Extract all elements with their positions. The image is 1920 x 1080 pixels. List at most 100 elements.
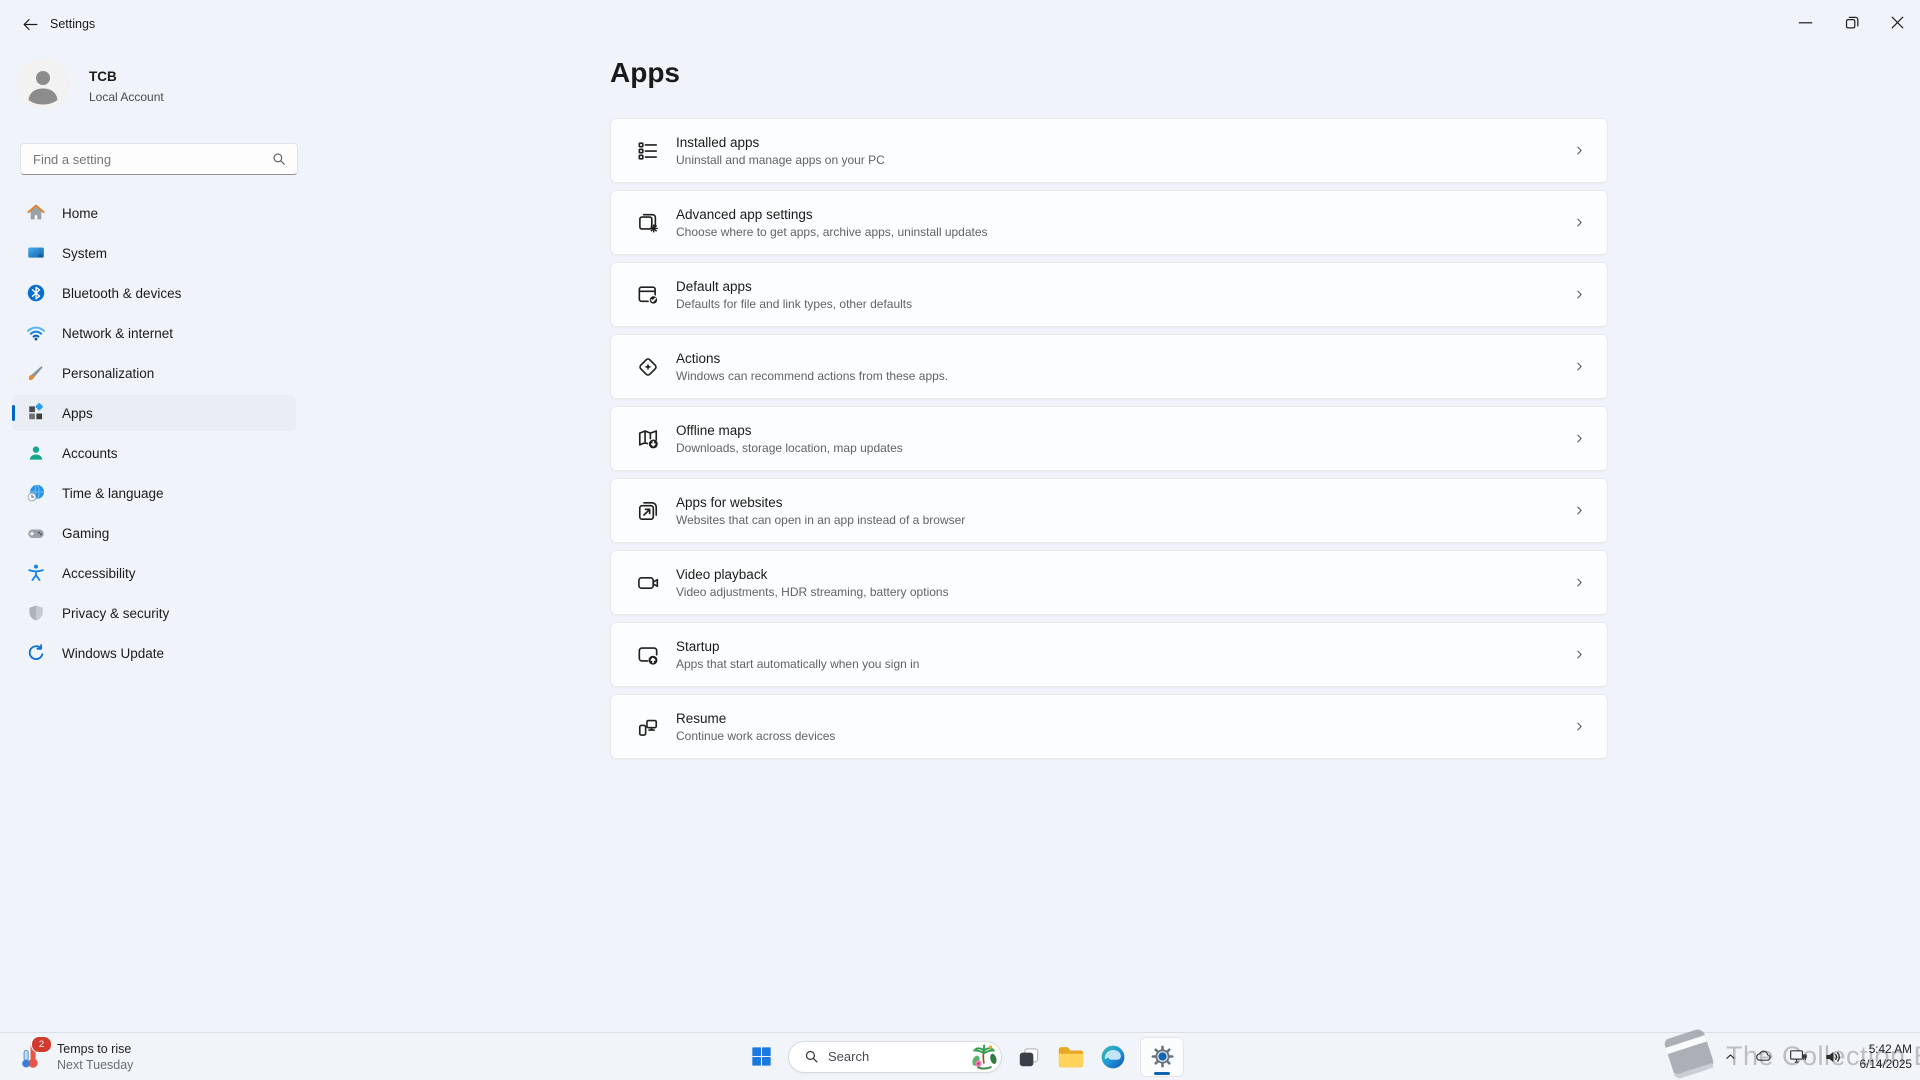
actions-icon bbox=[635, 354, 661, 380]
sidebar-item-label: Apps bbox=[62, 406, 93, 421]
sidebar-item-label: Privacy & security bbox=[62, 606, 169, 621]
sidebar-item-label: Accessibility bbox=[62, 566, 136, 581]
chevron-right-icon bbox=[1572, 215, 1587, 230]
card-subtitle: Uninstall and manage apps on your PC bbox=[676, 153, 885, 167]
system-icon bbox=[25, 242, 47, 264]
onedrive-cloud-icon[interactable] bbox=[1750, 1043, 1777, 1070]
card-default-apps[interactable]: Default apps Defaults for file and link t… bbox=[610, 262, 1608, 327]
card-title: Actions bbox=[676, 351, 948, 366]
advanced-app-settings-icon bbox=[635, 210, 661, 236]
chevron-right-icon bbox=[1572, 503, 1587, 518]
sidebar-item-accounts[interactable]: Accounts bbox=[12, 435, 296, 471]
chevron-right-icon bbox=[1572, 719, 1587, 734]
card-offline-maps[interactable]: Offline mapsDownloads, storage location,… bbox=[610, 406, 1608, 471]
chevron-right-icon bbox=[1572, 287, 1587, 302]
user-avatar[interactable] bbox=[17, 58, 69, 110]
chevron-right-icon bbox=[1572, 359, 1587, 374]
card-subtitle: Websites that can open in an app instead… bbox=[676, 513, 965, 527]
volume-icon[interactable] bbox=[1820, 1044, 1846, 1070]
time-language-icon bbox=[25, 482, 47, 504]
card-startup[interactable]: Startup Apps that start automatically whe… bbox=[610, 622, 1608, 687]
window-title: Settings bbox=[50, 0, 95, 48]
sidebar-item-label: Accounts bbox=[62, 446, 118, 461]
restore-button[interactable] bbox=[1828, 0, 1874, 44]
windows-start-icon bbox=[749, 1044, 774, 1069]
card-apps-for-websites[interactable]: Apps for websitesWebsites that can open … bbox=[610, 478, 1608, 543]
sidebar-item-system[interactable]: System bbox=[12, 235, 296, 271]
weather-widget[interactable]: 2 Temps to rise Next Tuesday bbox=[10, 1033, 139, 1080]
task-view-button[interactable] bbox=[1014, 1038, 1044, 1076]
sidebar-item-privacy-security[interactable]: Privacy & security bbox=[12, 595, 296, 631]
card-subtitle: Apps that start automatically when you s… bbox=[676, 657, 919, 671]
card-subtitle: Choose where to get apps, archive apps, … bbox=[676, 225, 988, 239]
sidebar-item-bluetooth-devices[interactable]: Bluetooth & devices bbox=[12, 275, 296, 311]
card-title: Video playback bbox=[676, 567, 949, 582]
notification-badge: 2 bbox=[31, 1036, 52, 1053]
close-button[interactable] bbox=[1874, 0, 1920, 44]
card-advanced-app-settings[interactable]: Advanced app settingsChoose where to get… bbox=[610, 190, 1608, 255]
card-subtitle: Video adjustments, HDR streaming, batter… bbox=[676, 585, 949, 599]
home-icon bbox=[25, 202, 47, 224]
taskbar-search-label: Search bbox=[828, 1049, 961, 1064]
taskbar-clock[interactable]: 5:42 AM 6/14/2025 bbox=[1860, 1042, 1912, 1072]
weather-subtext: Next Tuesday bbox=[57, 1058, 133, 1072]
card-title: Resume bbox=[676, 711, 835, 726]
sidebar: TCB Local Account HomeSystemBluetooth & … bbox=[0, 48, 320, 1033]
sidebar-nav: Home System Bluetooth & devices Network & i… bbox=[12, 195, 296, 671]
minimize-button[interactable] bbox=[1782, 0, 1828, 44]
sidebar-item-label: Home bbox=[62, 206, 98, 221]
card-subtitle: Continue work across devices bbox=[676, 729, 835, 743]
search-icon bbox=[270, 150, 288, 168]
windows-update-icon bbox=[25, 642, 47, 664]
card-actions[interactable]: Actions Windows can recommend actions fro… bbox=[610, 334, 1608, 399]
taskbar: 2 Temps to rise Next Tuesday Search bbox=[0, 1032, 1920, 1080]
start-button[interactable] bbox=[746, 1038, 776, 1076]
card-installed-apps[interactable]: Installed appsUninstall and manage apps … bbox=[610, 118, 1608, 183]
sidebar-item-label: Personalization bbox=[62, 366, 154, 381]
startup-icon bbox=[635, 642, 661, 668]
sidebar-item-label: System bbox=[62, 246, 107, 261]
sidebar-item-windows-update[interactable]: Windows Update bbox=[12, 635, 296, 671]
card-title: Default apps bbox=[676, 279, 912, 294]
settings-taskbar-button[interactable] bbox=[1140, 1037, 1184, 1077]
restore-icon bbox=[1840, 11, 1863, 34]
apps-for-websites-icon bbox=[635, 498, 661, 524]
network-icon bbox=[25, 322, 47, 344]
sidebar-item-home[interactable]: Home bbox=[12, 195, 296, 231]
file-explorer-button[interactable] bbox=[1056, 1038, 1086, 1076]
system-tray: 5:42 AM 6/14/2025 bbox=[1719, 1033, 1912, 1080]
card-title: Startup bbox=[676, 639, 919, 654]
edge-button[interactable] bbox=[1098, 1038, 1128, 1076]
sidebar-item-label: Bluetooth & devices bbox=[62, 286, 181, 301]
sidebar-item-accessibility[interactable]: Accessibility bbox=[12, 555, 296, 591]
sidebar-item-network-internet[interactable]: Network & internet bbox=[12, 315, 296, 351]
tray-chevron-up-icon[interactable] bbox=[1719, 1045, 1742, 1068]
sidebar-item-label: Gaming bbox=[62, 526, 109, 541]
card-subtitle: Defaults for file and link types, other … bbox=[676, 297, 912, 311]
ethernet-monitor-icon[interactable] bbox=[1785, 1043, 1812, 1070]
default-apps-icon bbox=[635, 282, 661, 308]
sidebar-item-personalization[interactable]: Personalization bbox=[12, 355, 296, 391]
gaming-icon bbox=[25, 522, 47, 544]
find-a-setting-searchbox bbox=[20, 143, 298, 175]
sidebar-item-label: Windows Update bbox=[62, 646, 164, 661]
chevron-right-icon bbox=[1572, 575, 1587, 590]
sidebar-item-gaming[interactable]: Gaming bbox=[12, 515, 296, 551]
search-icon bbox=[803, 1048, 820, 1065]
sidebar-item-apps[interactable]: Apps bbox=[12, 395, 296, 431]
card-resume[interactable]: Resume Continue work across devices bbox=[610, 694, 1608, 759]
search-input[interactable] bbox=[21, 144, 297, 174]
card-video-playback[interactable]: Video playback Video adjustments, HDR str… bbox=[610, 550, 1608, 615]
page-title: Apps bbox=[610, 57, 680, 89]
taskbar-search-box[interactable]: Search bbox=[788, 1041, 1002, 1073]
user-account-type: Local Account bbox=[89, 90, 164, 104]
person-avatar-icon bbox=[17, 58, 69, 110]
chevron-right-icon bbox=[1572, 143, 1587, 158]
weather-headline: Temps to rise bbox=[57, 1042, 133, 1056]
sidebar-item-time-language[interactable]: Time & language bbox=[12, 475, 296, 511]
minimize-icon bbox=[1794, 11, 1817, 34]
card-subtitle: Windows can recommend actions from these… bbox=[676, 369, 948, 383]
bluetooth-icon bbox=[25, 282, 47, 304]
back-button[interactable] bbox=[14, 8, 46, 40]
sidebar-item-label: Time & language bbox=[62, 486, 164, 501]
